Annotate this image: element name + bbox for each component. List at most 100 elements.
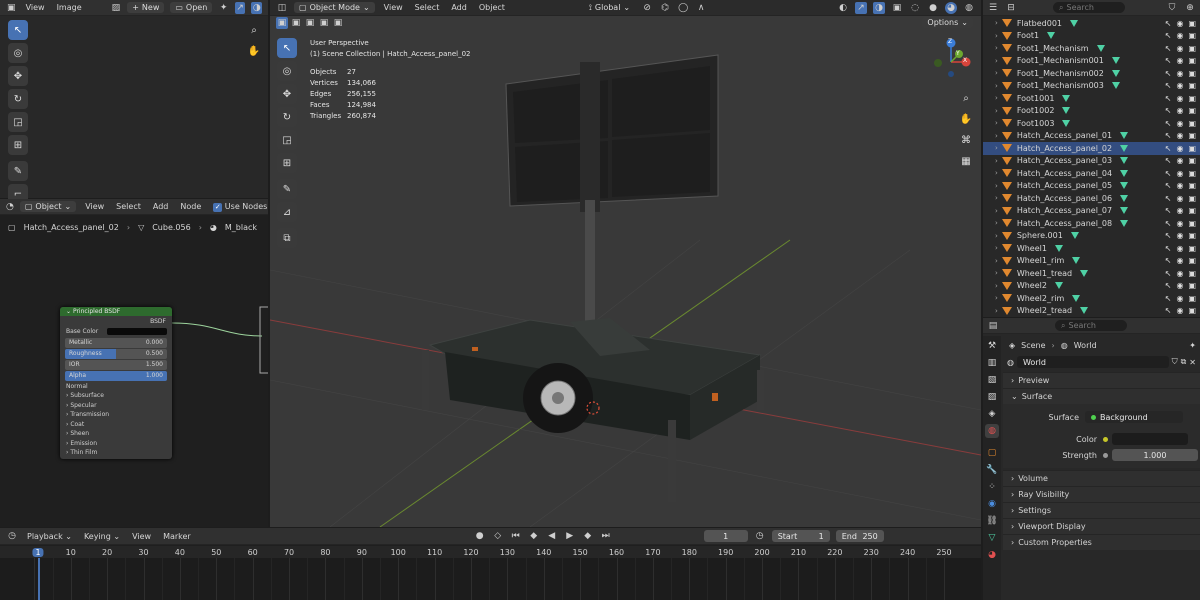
expand-arrow-icon[interactable]: › (995, 169, 998, 177)
node-panel-emission[interactable]: › Emission (60, 439, 172, 449)
world-tab-icon[interactable]: ◍ (985, 424, 999, 438)
eye-icon[interactable]: ◉ (1176, 44, 1183, 53)
node-header[interactable]: ⌄ Principled BSDF (60, 307, 172, 316)
expand-arrow-icon[interactable]: › (995, 269, 998, 277)
node-ior-field[interactable]: IOR 1.500 (65, 359, 167, 370)
expand-arrow-icon[interactable]: › (995, 257, 998, 265)
eye-icon[interactable]: ◉ (1176, 194, 1183, 203)
hand-icon[interactable]: ✋ (246, 43, 262, 59)
pin-icon[interactable]: ✦ (1189, 341, 1196, 350)
node-panel-thin-film[interactable]: › Thin Film (60, 448, 172, 458)
expand-arrow-icon[interactable]: › (995, 82, 998, 90)
node-panel-sheen[interactable]: › Sheen (60, 429, 172, 439)
expand-arrow-icon[interactable]: › (995, 19, 998, 27)
camera-icon[interactable]: ▣ (1188, 269, 1196, 278)
eye-icon[interactable]: ◉ (1176, 256, 1183, 265)
selectable-icon[interactable]: ↖ (1165, 244, 1172, 253)
node-menu-node[interactable]: Node (177, 201, 204, 212)
selectable-icon[interactable]: ↖ (1165, 181, 1172, 190)
eye-icon[interactable]: ◉ (1176, 181, 1183, 190)
camera-icon[interactable]: ▣ (1188, 181, 1196, 190)
expand-arrow-icon[interactable]: › (995, 182, 998, 190)
end-frame-field[interactable]: End 250 (835, 530, 884, 542)
viewport-3d[interactable]: ◫ ▢ Object Mode ⌄ View Select Add Object ⟟… (270, 0, 981, 527)
cursor-tool-icon[interactable]: ◎ (8, 43, 28, 63)
vp-zoom-icon[interactable]: ⌕ (958, 90, 974, 106)
keyframe-icon[interactable]: ◇ (492, 530, 504, 542)
selectable-icon[interactable]: ↖ (1165, 144, 1172, 153)
selectable-icon[interactable]: ↖ (1165, 19, 1172, 28)
expand-arrow-icon[interactable]: › (995, 94, 998, 102)
node-base-color[interactable]: Base Color (60, 327, 172, 337)
camera-icon[interactable]: ▣ (1188, 244, 1196, 253)
zoom-icon[interactable]: ⌕ (246, 22, 262, 38)
expand-arrow-icon[interactable]: › (995, 232, 998, 240)
camera-icon[interactable]: ▣ (1188, 156, 1196, 165)
eye-icon[interactable]: ◉ (1176, 106, 1183, 115)
image-browse-icon[interactable]: ▨ (111, 2, 122, 14)
expand-arrow-icon[interactable]: › (995, 294, 998, 302)
scale-tool-icon[interactable]: ◲ (8, 112, 28, 132)
camera-icon[interactable]: ▣ (1188, 169, 1196, 178)
unlink-icon[interactable]: ✕ (1189, 358, 1196, 367)
node-menu-select[interactable]: Select (113, 201, 144, 212)
constraints-tab-icon[interactable]: ⛓ (985, 514, 999, 528)
selectable-icon[interactable]: ↖ (1165, 194, 1172, 203)
play-reverse-icon[interactable]: ◀ (546, 530, 558, 542)
node-editor-type-icon[interactable]: ◔ (6, 201, 14, 213)
display-mode-icon[interactable]: ⊟ (1005, 2, 1017, 14)
camera-icon[interactable]: ▣ (1188, 219, 1196, 228)
eye-icon[interactable]: ◉ (1176, 144, 1183, 153)
section-ray-visibility[interactable]: › Ray Visibility (1003, 486, 1200, 502)
outliner-item[interactable]: › Foot1001 ↖ ◉ ▣ (983, 92, 1200, 105)
eye-icon[interactable]: ◉ (1176, 244, 1183, 253)
outliner-item[interactable]: › Hatch_Access_panel_02 ↖ ◉ ▣ (983, 142, 1200, 155)
selectable-icon[interactable]: ↖ (1165, 69, 1172, 78)
outliner-item[interactable]: › Wheel1 ↖ ◉ ▣ (983, 242, 1200, 255)
outliner-item[interactable]: › Hatch_Access_panel_06 ↖ ◉ ▣ (983, 192, 1200, 205)
image-new-button[interactable]: + New (127, 2, 165, 13)
camera-icon[interactable]: ▣ (1188, 31, 1196, 40)
expand-arrow-icon[interactable]: › (995, 219, 998, 227)
expand-arrow-icon[interactable]: › (995, 244, 998, 252)
outliner-item[interactable]: › Foot1 ↖ ◉ ▣ (983, 30, 1200, 43)
image-menu-view[interactable]: View (23, 2, 48, 13)
outliner-item[interactable]: › Hatch_Access_panel_08 ↖ ◉ ▣ (983, 217, 1200, 230)
vp-move-tool-icon[interactable]: ✥ (277, 84, 297, 104)
camera-icon[interactable]: ▣ (1188, 106, 1196, 115)
expand-arrow-icon[interactable]: › (995, 144, 998, 152)
outliner-item[interactable]: › Sphere.001 ↖ ◉ ▣ (983, 230, 1200, 243)
timeline-menu-playback[interactable]: Playback ⌄ (24, 531, 75, 542)
selectable-icon[interactable]: ↖ (1165, 156, 1172, 165)
outliner-item[interactable]: › Foot1002 ↖ ◉ ▣ (983, 105, 1200, 118)
selectable-icon[interactable]: ↖ (1165, 256, 1172, 265)
outliner-item[interactable]: › Wheel2_tread ↖ ◉ ▣ (983, 305, 1200, 318)
camera-icon[interactable]: ▣ (1188, 69, 1196, 78)
selectable-icon[interactable]: ↖ (1165, 294, 1172, 303)
vp-transform-tool-icon[interactable]: ⊞ (277, 153, 297, 173)
camera-icon[interactable]: ▣ (1188, 256, 1196, 265)
section-custom-properties[interactable]: › Custom Properties (1003, 534, 1200, 550)
outliner-item[interactable]: › Hatch_Access_panel_04 ↖ ◉ ▣ (983, 167, 1200, 180)
view-layer-tab-icon[interactable]: ▨ (985, 390, 999, 404)
move-tool-icon[interactable]: ✥ (8, 66, 28, 86)
expand-arrow-icon[interactable]: › (995, 44, 998, 52)
jump-end-icon[interactable]: ⏭ (600, 530, 612, 542)
jump-start-icon[interactable]: ⏮ (510, 530, 522, 542)
eye-icon[interactable]: ◉ (1176, 281, 1183, 290)
node-menu-add[interactable]: Add (150, 201, 172, 212)
selectable-icon[interactable]: ↖ (1165, 219, 1172, 228)
eye-icon[interactable]: ◉ (1176, 206, 1183, 215)
transform-tool-icon[interactable]: ⊞ (8, 135, 28, 155)
vp-annotate-tool-icon[interactable]: ✎ (277, 179, 297, 199)
data-tab-icon[interactable]: ▽ (985, 531, 999, 545)
eye-icon[interactable]: ◉ (1176, 169, 1183, 178)
camera-icon[interactable]: ▣ (1188, 144, 1196, 153)
expand-arrow-icon[interactable]: › (995, 132, 998, 140)
outliner-item[interactable]: › Foot1_Mechanism003 ↖ ◉ ▣ (983, 80, 1200, 93)
selectable-icon[interactable]: ↖ (1165, 44, 1172, 53)
outliner-type-icon[interactable]: ☰ (987, 2, 999, 14)
section-settings[interactable]: › Settings (1003, 502, 1200, 518)
outliner-item[interactable]: › Hatch_Access_panel_05 ↖ ◉ ▣ (983, 180, 1200, 193)
selectable-icon[interactable]: ↖ (1165, 56, 1172, 65)
